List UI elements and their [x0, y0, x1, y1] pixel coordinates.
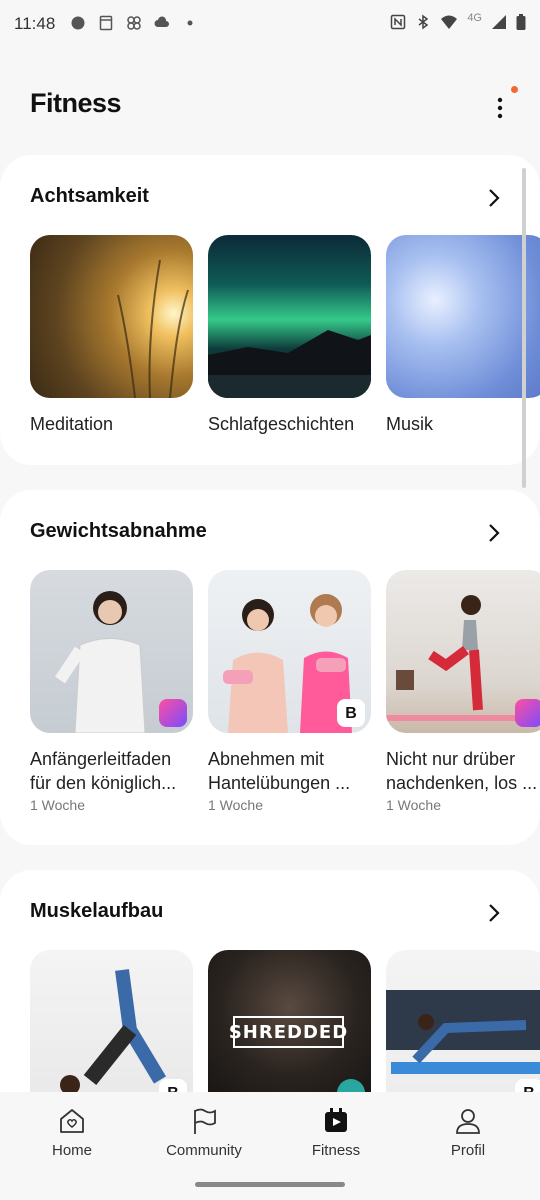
nav-fitness[interactable]: Fitness	[271, 1106, 401, 1159]
app-header: Fitness	[0, 70, 540, 140]
bluetooth-icon	[418, 14, 429, 30]
battery-icon	[516, 14, 526, 30]
tile-row: Anfängerleitfaden für den königlich... 1…	[30, 570, 540, 813]
section-title: Achtsamkeit	[30, 185, 149, 207]
flag-icon	[194, 1108, 216, 1134]
more-notifications-dot-icon	[187, 20, 193, 26]
program-tile[interactable]: B	[386, 950, 540, 1113]
wifi-icon	[441, 15, 458, 29]
nav-profil[interactable]: Profil	[403, 1106, 533, 1159]
section-gewichtsabnahme: Gewichtsabnahme Anfängerleitfaden für de…	[0, 490, 540, 845]
tile-title-line1: Nicht nur drüber	[386, 749, 516, 769]
svg-text:B: B	[345, 705, 357, 722]
program-tile[interactable]: B	[30, 950, 193, 1113]
section-header[interactable]: Achtsamkeit	[30, 185, 510, 215]
dumbbell-workout-image: B	[208, 570, 371, 733]
tile-title-line1: Abnehmen mit	[208, 749, 325, 769]
nav-label: Community	[166, 1142, 242, 1159]
more-options-icon[interactable]	[490, 94, 510, 122]
app-notification-icon	[71, 16, 85, 30]
program-tile[interactable]: B Abnehmen mit Hantelübungen ... 1 Woche	[208, 570, 371, 813]
tile-duration: 1 Woche	[386, 797, 441, 813]
notification-dot	[511, 86, 518, 93]
document-icon	[99, 15, 113, 31]
b-badge-icon: B	[337, 699, 365, 727]
cloud-check-icon	[154, 16, 169, 27]
cell-signal-icon	[492, 15, 506, 29]
pinwheel-icon	[127, 16, 141, 30]
network-type-label: 4G	[467, 12, 482, 24]
status-time: 11:48	[14, 14, 56, 33]
tile-title-line2: nachdenken, los ...	[386, 773, 538, 793]
program-tile[interactable]: Nicht nur drüber nachdenken, los ... 1 W…	[386, 570, 540, 813]
status-bar: 11:48 4G	[0, 0, 540, 50]
cardio-workout-image	[386, 570, 540, 733]
scrollbar[interactable]	[522, 168, 526, 488]
tile-row: Meditation Schlafgeschichten Musik	[30, 235, 540, 436]
music-image	[386, 235, 540, 398]
tile-duration: 1 Woche	[30, 797, 85, 813]
tile-schlafgeschichten[interactable]: Schlafgeschichten	[208, 235, 371, 436]
system-icons: 4G	[390, 12, 526, 30]
yoga-bridge-image: B	[30, 950, 193, 1113]
profile-icon	[456, 1109, 480, 1134]
tile-label: Meditation	[30, 414, 114, 434]
nav-home[interactable]: Home	[7, 1106, 137, 1159]
nav-label: Fitness	[311, 1142, 361, 1159]
tile-row: B SHREDDED B	[30, 950, 540, 1113]
nfc-icon	[391, 14, 406, 30]
chevron-right-icon[interactable]	[486, 522, 502, 544]
tile-label: Musik	[386, 414, 434, 434]
e-badge-icon	[159, 699, 187, 727]
plank-workout-image: B	[386, 950, 540, 1113]
nav-label: Home	[51, 1142, 92, 1159]
program-tile[interactable]: SHREDDED	[208, 950, 371, 1113]
shredded-overlay-text: SHREDDED	[229, 1016, 347, 1048]
section-title: Muskelaufbau	[30, 900, 164, 922]
tile-title-line2: für den königlich...	[30, 773, 177, 793]
section-title: Gewichtsabnahme	[30, 520, 207, 542]
aurora-image	[208, 235, 371, 398]
tile-title-line2: Hantelübungen ...	[208, 773, 351, 793]
fitness-calendar-icon	[325, 1108, 347, 1132]
nav-label: Profil	[450, 1142, 486, 1159]
chevron-right-icon[interactable]	[486, 187, 502, 209]
page-title: Fitness	[30, 88, 122, 118]
section-achtsamkeit: Achtsamkeit Meditation Schlafgeschichten…	[0, 155, 540, 465]
tile-meditation[interactable]: Meditation	[30, 235, 193, 436]
meditation-image	[30, 235, 193, 398]
nav-community[interactable]: Community	[139, 1106, 269, 1159]
e-badge-icon	[515, 699, 540, 727]
tile-duration: 1 Woche	[208, 797, 263, 813]
section-header[interactable]: Gewichtsabnahme	[30, 520, 510, 550]
tile-label: Schlafgeschichten	[208, 414, 355, 434]
tile-musik[interactable]: Musik	[386, 235, 540, 436]
section-header[interactable]: Muskelaufbau	[30, 900, 510, 930]
program-tile[interactable]: Anfängerleitfaden für den königlich... 1…	[30, 570, 193, 813]
shredded-image: SHREDDED	[208, 950, 371, 1113]
home-heart-icon	[60, 1109, 84, 1133]
home-indicator[interactable]	[195, 1182, 345, 1187]
fencer-image	[30, 570, 193, 733]
chevron-right-icon[interactable]	[486, 902, 502, 924]
tile-title-line1: Anfängerleitfaden	[30, 749, 172, 769]
notification-icons	[70, 15, 198, 31]
